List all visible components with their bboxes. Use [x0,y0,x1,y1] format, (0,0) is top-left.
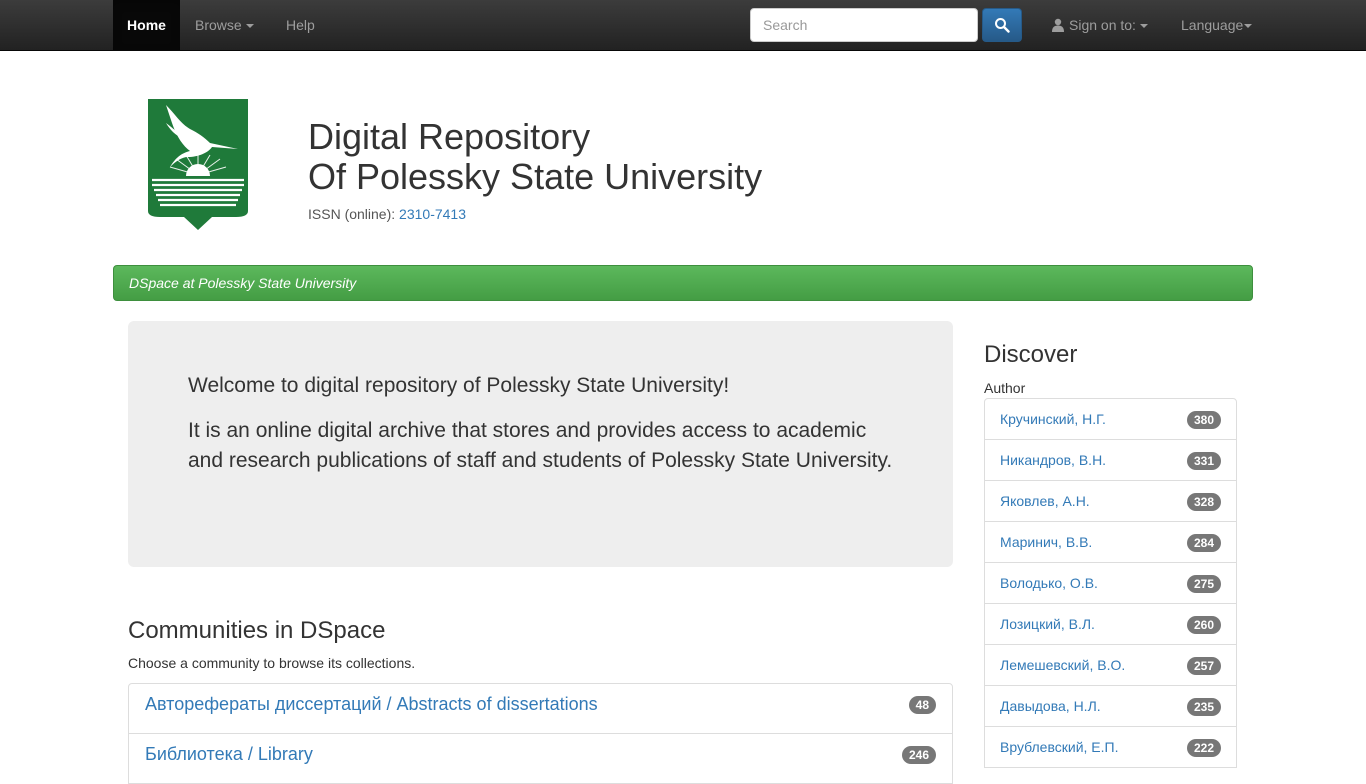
author-link[interactable]: Яковлев, А.Н. [1000,493,1090,509]
sign-on-label: Sign on to: [1069,17,1136,33]
count-badge: 275 [1186,575,1221,593]
count-badge: 222 [1186,739,1221,757]
issn-link[interactable]: 2310-7413 [399,206,466,222]
community-link[interactable]: Авторефераты диссертаций / Abstracts of … [145,694,598,715]
author-link[interactable]: Маринич, В.В. [1000,534,1092,550]
site-title: Digital Repository Of Polessky State Uni… [308,117,762,197]
university-crest-icon [148,99,248,230]
search-icon [995,18,1010,33]
count-badge: 48 [908,696,936,714]
count-badge: 260 [1186,616,1221,634]
top-navbar: Home Browse Help Sign on to: Language [0,0,1366,51]
language-label: Language [1181,17,1244,33]
author-item: Яковлев, А.Н. 328 [984,480,1237,522]
university-logo[interactable] [146,99,250,231]
author-item: Давыдова, Н.Л. 235 [984,685,1237,727]
author-item: Маринич, В.В. 284 [984,521,1237,563]
language-dropdown[interactable]: Language [1181,0,1253,50]
nav-browse-label: Browse [195,17,242,33]
welcome-text: Welcome to digital repository of Polessk… [188,374,730,397]
caret-down-icon [245,24,254,29]
site-title-line2: Of Polessky State University [308,156,763,197]
author-link[interactable]: Никандров, В.Н. [1000,452,1106,468]
community-item: Авторефераты диссертаций / Abstracts of … [128,683,953,734]
nav-help-link[interactable]: Help [286,0,315,50]
author-item: Лозицкий, В.Л. 260 [984,603,1237,645]
count-badge: 257 [1186,657,1221,675]
count-badge: 380 [1186,411,1221,429]
count-badge: 246 [901,746,936,764]
author-item: Кручинский, Н.Г. 380 [984,398,1237,440]
site-title-line1: Digital Repository [308,116,591,157]
count-badge: 235 [1186,698,1221,716]
nav-browse-dropdown[interactable]: Browse [195,0,254,50]
discover-facet-label: Author [984,380,1026,396]
community-link[interactable]: Библиотека / Library [145,744,313,765]
count-badge: 328 [1186,493,1221,511]
welcome-panel: Welcome to digital repository of Polessk… [128,321,953,567]
author-item: Володько, О.В. 275 [984,562,1237,604]
author-item: Никандров, В.Н. 331 [984,439,1237,481]
sign-on-dropdown[interactable]: Sign on to: [1051,0,1148,50]
communities-subtitle: Choose a community to browse its collect… [128,655,416,671]
breadcrumb-text: DSpace at Polessky State University [129,275,357,291]
author-link[interactable]: Лозицкий, В.Л. [1000,616,1095,632]
communities-list: Авторефераты диссертаций / Abstracts of … [128,683,953,784]
communities-title: Communities in DSpace [128,617,386,644]
discover-title: Discover [984,341,1078,368]
search-input[interactable] [750,8,978,42]
author-link[interactable]: Кручинский, Н.Г. [1000,411,1106,427]
nav-home-link[interactable]: Home [113,0,180,50]
author-link[interactable]: Давыдова, Н.Л. [1000,698,1101,714]
user-icon [1052,18,1064,32]
author-link[interactable]: Володько, О.В. [1000,575,1098,591]
count-badge: 331 [1186,452,1221,470]
author-item: Лемешевский, В.О. 257 [984,644,1237,686]
issn-label: ISSN (online): [308,206,400,222]
author-facet-list: Кручинский, Н.Г. 380 Никандров, В.Н. 331 Я… [984,398,1237,768]
welcome-description: It is an online digital archive that sto… [188,419,893,472]
issn-line: ISSN (online): 2310-7413 [308,206,466,222]
caret-down-icon [1139,24,1148,29]
community-item: Библиотека / Library 246 [128,733,953,784]
author-link[interactable]: Лемешевский, В.О. [1000,657,1125,673]
count-badge: 284 [1186,534,1221,552]
caret-down-icon [1244,24,1253,29]
author-item: Врублевский, Е.П. 222 [984,726,1237,768]
author-link[interactable]: Врублевский, Е.П. [1000,739,1118,755]
breadcrumb: DSpace at Polessky State University [113,265,1253,301]
search-button[interactable] [982,8,1022,42]
